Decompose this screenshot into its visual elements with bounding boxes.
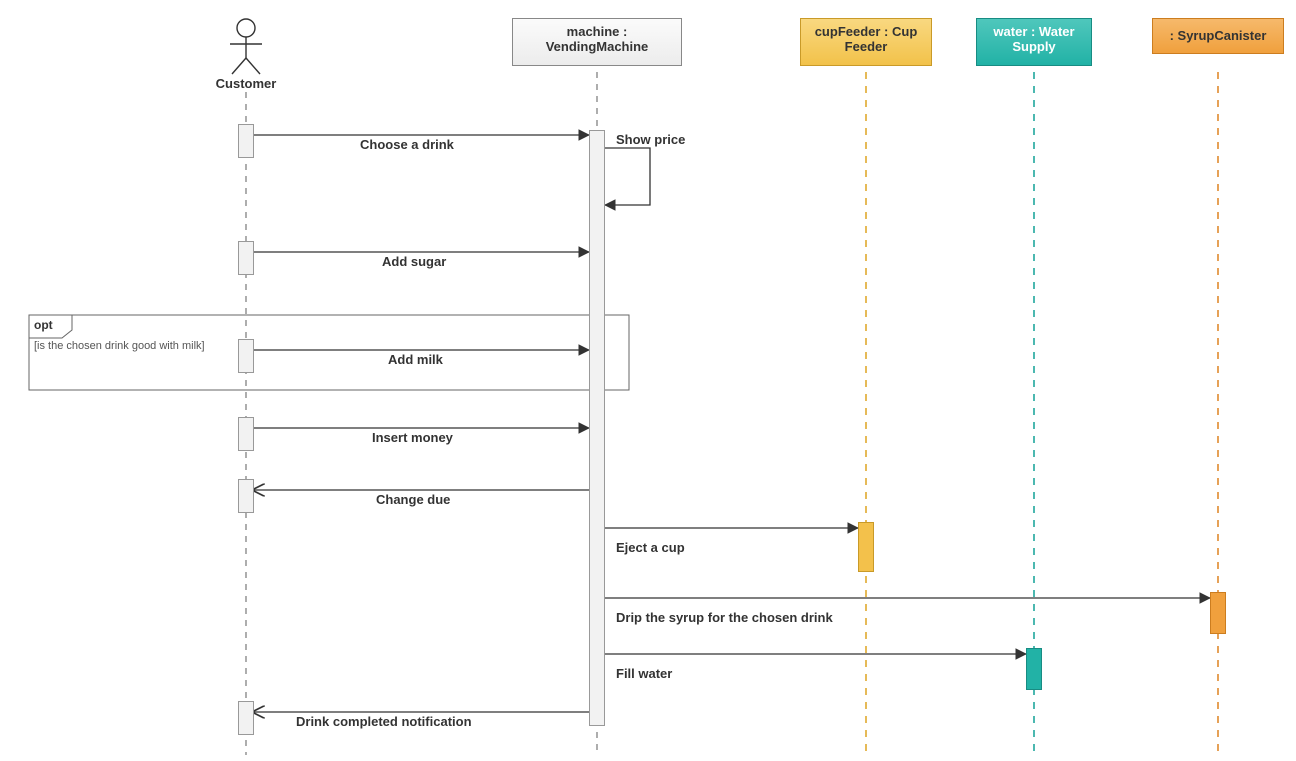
label-fill-water: Fill water xyxy=(616,666,672,681)
label-change-due: Change due xyxy=(376,492,450,507)
lifeline-head-syrup: : SyrupCanister xyxy=(1152,18,1284,54)
label-eject-cup: Eject a cup xyxy=(616,540,685,555)
fragment-operator: opt xyxy=(34,318,53,332)
lifeline-head-machine: machine : VendingMachine xyxy=(512,18,682,66)
activation-water xyxy=(1026,648,1042,690)
activation-customer-5 xyxy=(238,479,254,513)
activation-customer-4 xyxy=(238,417,254,451)
actor-customer-label: Customer xyxy=(186,76,306,91)
sequence-diagram: Customer machine : VendingMachine cupFee… xyxy=(0,0,1296,761)
lifeline-head-cupfeeder: cupFeeder : Cup Feeder xyxy=(800,18,932,66)
activation-machine xyxy=(589,130,605,726)
activation-cupfeeder xyxy=(858,522,874,572)
label-add-milk: Add milk xyxy=(388,352,443,367)
fragment-guard: [is the chosen drink good with milk] xyxy=(34,340,205,352)
fragment-opt-frame xyxy=(29,315,629,390)
label-insert-money: Insert money xyxy=(372,430,453,445)
activation-syrup xyxy=(1210,592,1226,634)
msg-show-price xyxy=(605,148,650,205)
label-add-sugar: Add sugar xyxy=(382,254,446,269)
label-drip-syrup: Drip the syrup for the chosen drink xyxy=(616,610,833,625)
diagram-svg xyxy=(0,0,1296,761)
activation-customer-3 xyxy=(238,339,254,373)
actor-icon xyxy=(230,19,262,74)
label-drink-done: Drink completed notification xyxy=(296,714,472,729)
label-choose-drink: Choose a drink xyxy=(360,137,454,152)
activation-customer-1 xyxy=(238,124,254,158)
activation-customer-2 xyxy=(238,241,254,275)
lifeline-head-water: water : Water Supply xyxy=(976,18,1092,66)
label-show-price: Show price xyxy=(616,132,685,147)
activation-customer-6 xyxy=(238,701,254,735)
